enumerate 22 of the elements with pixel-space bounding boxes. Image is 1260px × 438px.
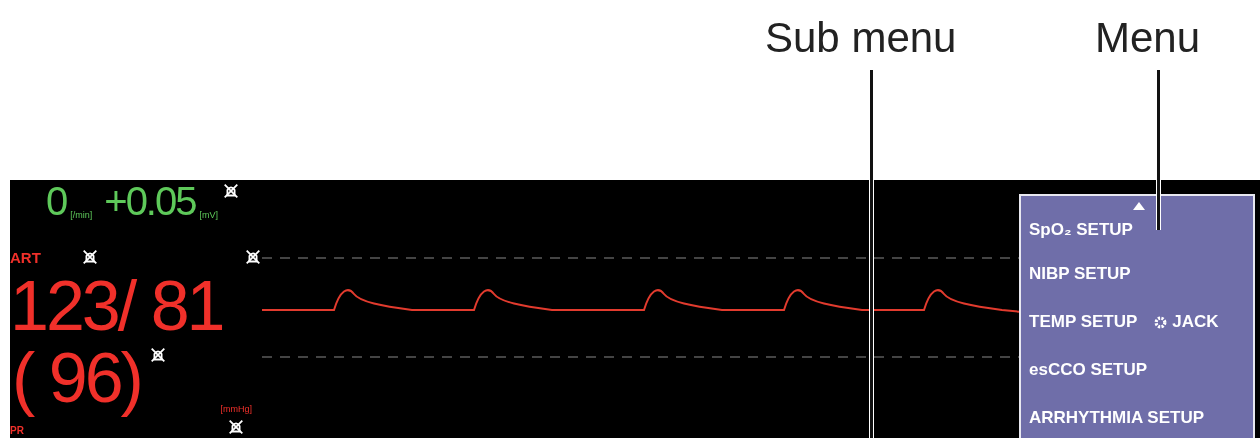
alarm-off-icon (80, 248, 99, 266)
menu-item[interactable]: esCCO SETUP (1029, 360, 1148, 380)
parameter-label: PR (10, 425, 24, 436)
alarm-off-icon (222, 182, 240, 200)
unit-label: [/min] (70, 210, 93, 220)
alarm-off-icon (227, 418, 246, 436)
menu-item[interactable]: ARRHYTHMIA SETUP (1029, 408, 1205, 428)
menu-item[interactable]: SpO₂ SETUP (1029, 220, 1133, 240)
st-value: +0.05 (104, 180, 196, 224)
st-value: 0 (46, 180, 67, 224)
option-label[interactable]: JACK (1172, 312, 1219, 332)
unit-label: [mmHg] (220, 404, 252, 414)
menu-item[interactable]: TEMP SETUP (1029, 312, 1138, 332)
alarm-off-icon (148, 346, 167, 364)
alarm-off-icon (244, 248, 262, 266)
parameter-label: ART (10, 249, 41, 266)
gear-icon (1154, 315, 1168, 329)
unit-label: [mV] (199, 210, 218, 220)
scroll-up-icon[interactable] (1133, 202, 1145, 210)
menu-item[interactable]: NIBP SETUP (1029, 264, 1131, 284)
annotation-label: Menu (1095, 14, 1201, 61)
annotation-label: Sub menu (765, 14, 957, 61)
